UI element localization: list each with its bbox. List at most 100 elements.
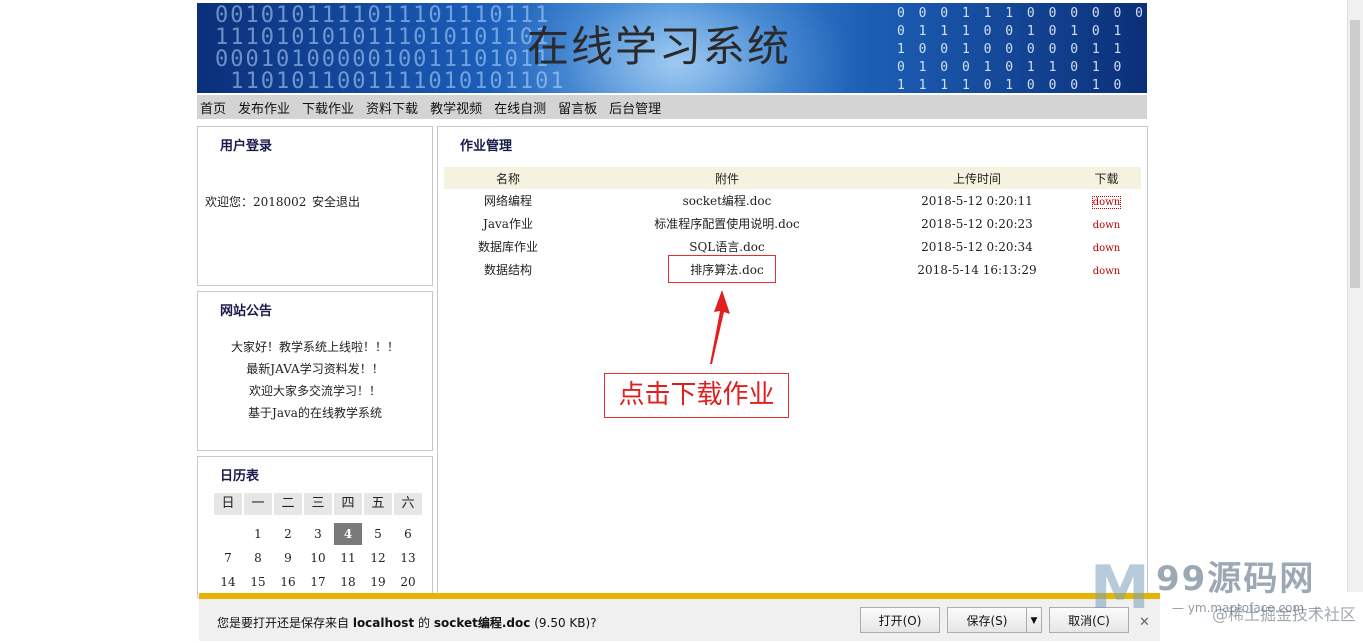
save-dropdown-button[interactable]: ▼ bbox=[1026, 607, 1042, 633]
page-header: 0010101111011101110111 11101010101110101… bbox=[197, 3, 1147, 119]
weekday-sun: 日 bbox=[214, 493, 242, 515]
banner-digits-left: 0010101111011101110111 11101010101110101… bbox=[215, 3, 566, 94]
table-row: Java作业 标准程序配置使用说明.doc 2018-5-12 0:20:23 … bbox=[444, 212, 1141, 235]
nav-item-admin[interactable]: 后台管理 bbox=[609, 98, 661, 117]
weekday-mon: 一 bbox=[244, 493, 272, 515]
annotation-callout: 点击下载作业 bbox=[604, 373, 789, 418]
download-link[interactable]: down bbox=[1091, 195, 1122, 209]
weekday-fri: 五 bbox=[364, 493, 392, 515]
download-link[interactable]: down bbox=[1093, 243, 1120, 254]
weekday-wed: 三 bbox=[304, 493, 332, 515]
notice-item: 最新JAVA学习资料发！！ bbox=[246, 362, 384, 376]
calendar-day[interactable]: 11 bbox=[334, 547, 362, 569]
calendar-day[interactable]: 20 bbox=[394, 571, 422, 593]
watermark-brand: 99源码网 bbox=[1156, 559, 1316, 599]
table-row: 网络编程 socket编程.doc 2018-5-12 0:20:11 down bbox=[444, 189, 1141, 212]
nav-item-message-board[interactable]: 留言板 bbox=[558, 98, 597, 117]
download-link[interactable]: down bbox=[1093, 220, 1120, 231]
homework-name: 数据结构 bbox=[483, 263, 532, 277]
notice-panel: 网站公告 大家好！教学系统上线啦！！！ 最新JAVA学习资料发！！ 欢迎大家多交… bbox=[197, 291, 433, 451]
login-panel: 用户登录 欢迎您：2018002 安全退出 bbox=[197, 126, 433, 286]
calendar-day[interactable]: 19 bbox=[364, 571, 392, 593]
download-link[interactable]: down bbox=[1093, 266, 1120, 277]
homework-file: SQL语言.doc bbox=[689, 240, 765, 254]
col-name-header: 名称 bbox=[495, 171, 520, 186]
open-button[interactable]: 打开(O) bbox=[860, 607, 940, 633]
calendar-day-today[interactable]: 4 bbox=[334, 523, 362, 545]
download-host: localhost bbox=[352, 616, 415, 630]
welcome-text: 欢迎您：2018002 bbox=[205, 195, 307, 209]
col-file-header: 附件 bbox=[714, 171, 739, 186]
calendar-day[interactable]: 1 bbox=[244, 523, 272, 545]
chevron-down-icon: ▼ bbox=[1030, 616, 1038, 626]
nav-item-materials[interactable]: 资料下载 bbox=[366, 98, 418, 117]
homework-time: 2018-5-12 0:20:34 bbox=[921, 239, 1033, 254]
vertical-scrollbar[interactable] bbox=[1347, 0, 1363, 592]
weekday-sat: 六 bbox=[394, 493, 422, 515]
notice-item: 基于Java的在线教学系统 bbox=[248, 406, 382, 420]
calendar-day[interactable]: 10 bbox=[304, 547, 332, 569]
calendar-day[interactable]: 12 bbox=[364, 547, 392, 569]
save-button[interactable]: 保存(S) bbox=[947, 607, 1027, 633]
calendar-day[interactable]: 14 bbox=[214, 571, 242, 593]
watermark: M 99源码网 — ym.maptoface.com — @稀土掘金技术社区 bbox=[1090, 545, 1360, 643]
calendar-day[interactable]: 13 bbox=[394, 547, 422, 569]
weekday-tue: 二 bbox=[274, 493, 302, 515]
homework-time: 2018-5-12 0:20:11 bbox=[921, 193, 1033, 208]
logout-link[interactable]: 安全退出 bbox=[312, 193, 360, 210]
homework-name: 数据库作业 bbox=[477, 240, 538, 254]
banner-digits-right: 0 0 0 1 1 1 0 0 0 0 0 0 0 1 1 1 0 0 1 0 … bbox=[897, 6, 1147, 93]
calendar-weekdays: 日 一 二 三 四 五 六 bbox=[214, 493, 424, 515]
table-row: 数据结构 排序算法.doc 2018-5-14 16:13:29 down bbox=[444, 258, 1141, 281]
notice-list: 大家好！教学系统上线啦！！！ 最新JAVA学习资料发！！ 欢迎大家多交流学习！！… bbox=[198, 336, 432, 424]
download-notification-bar: 您是要打开还是保存来自 localhost 的 socket编程.doc (9.… bbox=[199, 593, 1160, 641]
homework-panel: 作业管理 名称 附件 上传时间 下载 网络编程 socket编程.doc 201… bbox=[437, 126, 1148, 598]
calendar-day[interactable]: 17 bbox=[304, 571, 332, 593]
calendar-day[interactable]: 7 bbox=[214, 547, 242, 569]
site-banner: 0010101111011101110111 11101010101110101… bbox=[197, 3, 1147, 93]
homework-table: 名称 附件 上传时间 下载 网络编程 socket编程.doc 2018-5-1… bbox=[444, 167, 1141, 281]
nav-item-download-homework[interactable]: 下载作业 bbox=[302, 98, 354, 117]
calendar-day[interactable]: 15 bbox=[244, 571, 272, 593]
calendar-day[interactable]: 8 bbox=[244, 547, 272, 569]
notice-item: 大家好！教学系统上线啦！！！ bbox=[230, 340, 399, 354]
main-nav: 首页 发布作业 下载作业 资料下载 教学视频 在线自测 留言板 后台管理 bbox=[197, 95, 1147, 119]
download-filename: socket编程.doc bbox=[433, 616, 531, 630]
calendar-day[interactable]: 5 bbox=[364, 523, 392, 545]
nav-item-self-test[interactable]: 在线自测 bbox=[494, 98, 546, 117]
nav-item-publish-homework[interactable]: 发布作业 bbox=[238, 98, 290, 117]
calendar-day[interactable]: 3 bbox=[304, 523, 332, 545]
col-download-header: 下载 bbox=[1094, 171, 1119, 186]
site-title: 在线学习系统 bbox=[527, 22, 792, 71]
calendar-panel: 日历表 日 一 二 三 四 五 六 1 2 3 4 5 6 7 8 9 10 1… bbox=[197, 456, 433, 598]
highlight-box bbox=[668, 255, 776, 283]
nav-item-home[interactable]: 首页 bbox=[200, 98, 226, 117]
calendar-week-row: 1 2 3 4 5 6 bbox=[214, 523, 424, 545]
homework-title: 作业管理 bbox=[460, 139, 513, 154]
notice-item: 欢迎大家多交流学习！！ bbox=[248, 384, 381, 398]
calendar-day[interactable]: 18 bbox=[334, 571, 362, 593]
download-message: 您是要打开还是保存来自 localhost 的 socket编程.doc (9.… bbox=[217, 616, 597, 630]
table-row: 数据库作业 SQL语言.doc 2018-5-12 0:20:34 down bbox=[444, 235, 1141, 258]
calendar-day bbox=[214, 523, 242, 545]
scrollbar-thumb[interactable] bbox=[1350, 20, 1360, 288]
table-header: 名称 附件 上传时间 下载 bbox=[444, 167, 1141, 189]
homework-time: 2018-5-14 16:13:29 bbox=[917, 262, 1037, 277]
homework-name: Java作业 bbox=[483, 217, 533, 231]
annotation-arrow-icon bbox=[710, 290, 730, 364]
homework-name: 网络编程 bbox=[483, 194, 532, 208]
calendar-title: 日历表 bbox=[220, 469, 260, 484]
login-title: 用户登录 bbox=[220, 139, 273, 154]
nav-item-videos[interactable]: 教学视频 bbox=[430, 98, 482, 117]
calendar-day[interactable]: 9 bbox=[274, 547, 302, 569]
calendar-day[interactable]: 16 bbox=[274, 571, 302, 593]
watermark-logo: M bbox=[1090, 553, 1150, 623]
homework-file: socket编程.doc bbox=[682, 194, 772, 208]
calendar-day[interactable]: 6 bbox=[394, 523, 422, 545]
calendar-week-row: 14 15 16 17 18 19 20 bbox=[214, 571, 424, 593]
weekday-thu: 四 bbox=[334, 493, 362, 515]
calendar-day[interactable]: 2 bbox=[274, 523, 302, 545]
calendar-week-row: 7 8 9 10 11 12 13 bbox=[214, 547, 424, 569]
homework-file: 标准程序配置使用说明.doc bbox=[654, 217, 800, 231]
homework-time: 2018-5-12 0:20:23 bbox=[921, 216, 1033, 231]
